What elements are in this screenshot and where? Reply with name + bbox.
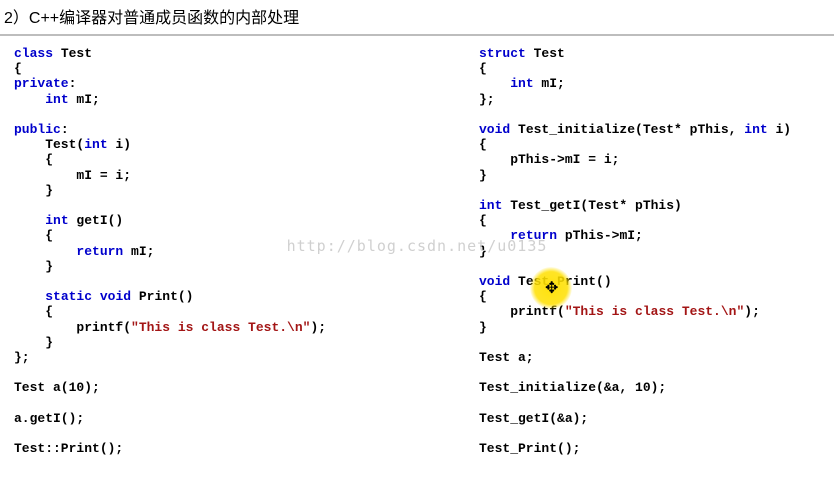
code-columns: class Test { private: int mI; public: Te… [14, 46, 824, 456]
code-right-c-translation: struct Test { int mI; }; void Test_initi… [479, 46, 824, 456]
section-heading: 2）C++编译器对普通成员函数的内部处理 [0, 0, 834, 36]
content-area: http://blog.csdn.net/u0135 class Test { … [0, 36, 834, 456]
code-left-cpp-class: class Test { private: int mI; public: Te… [14, 46, 469, 456]
